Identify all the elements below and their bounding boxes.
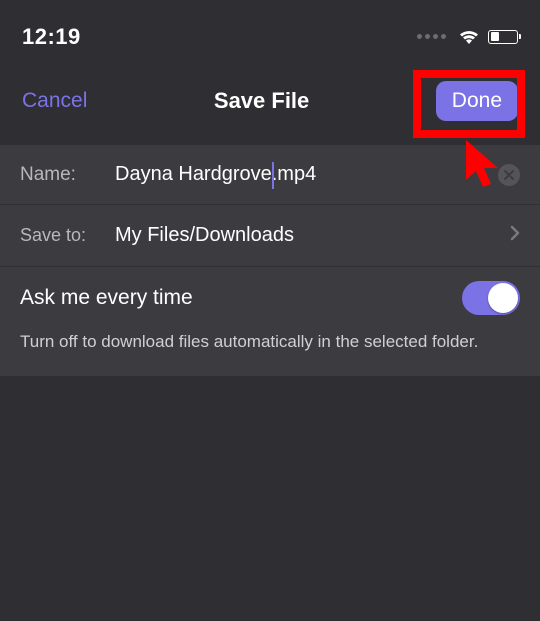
filename-before-caret: Dayna Hardgrove <box>115 163 272 185</box>
done-button[interactable]: Done <box>436 81 518 121</box>
save-to-label: Save to: <box>20 225 115 246</box>
ask-every-time-label: Ask me every time <box>20 286 193 310</box>
chevron-right-icon <box>510 225 520 246</box>
nav-bar: Cancel Save File Done <box>0 55 540 145</box>
name-label: Name: <box>20 164 115 186</box>
text-caret <box>272 162 274 189</box>
ask-every-time-toggle[interactable] <box>462 281 520 315</box>
status-bar: 12:19 <box>0 0 540 55</box>
save-to-row[interactable]: Save to: My Files/Downloads <box>0 205 540 267</box>
close-icon <box>504 170 514 180</box>
clear-text-button[interactable] <box>498 164 520 186</box>
status-time: 12:19 <box>22 24 81 50</box>
wifi-icon <box>458 29 480 45</box>
name-row: Name: Dayna Hardgrove.mp4 <box>0 145 540 205</box>
status-icons <box>417 29 518 45</box>
cell-signal-icon <box>417 34 446 39</box>
cancel-button[interactable]: Cancel <box>22 89 87 113</box>
filename-after-caret: .mp4 <box>272 163 316 185</box>
save-to-value: My Files/Downloads <box>115 224 510 247</box>
page-title: Save File <box>214 88 309 114</box>
ask-every-time-description: Turn off to download files automatically… <box>0 325 540 376</box>
battery-icon <box>488 30 518 44</box>
filename-input[interactable]: Dayna Hardgrove.mp4 <box>115 163 498 186</box>
ask-every-time-row: Ask me every time <box>0 267 540 325</box>
toggle-knob <box>488 283 518 313</box>
